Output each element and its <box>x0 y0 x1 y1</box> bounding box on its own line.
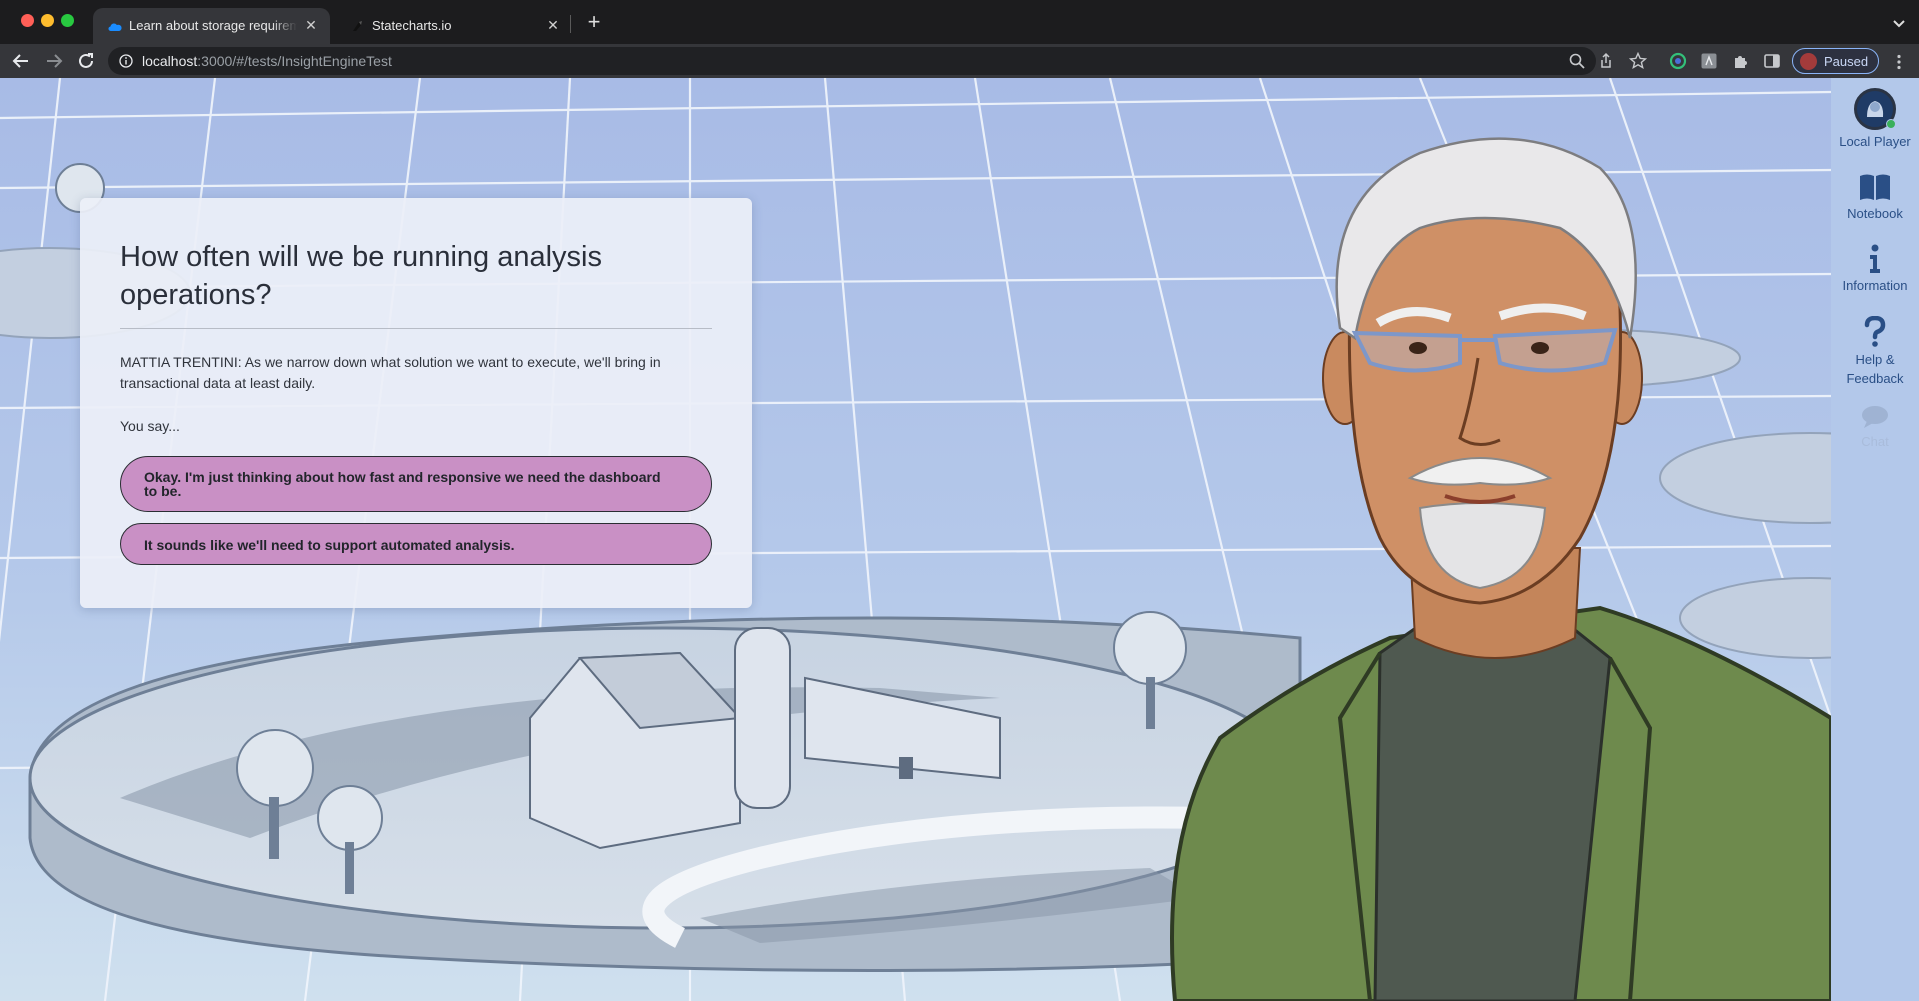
close-tab-icon[interactable]: ✕ <box>544 16 562 34</box>
extension-green-ring-icon[interactable] <box>1669 52 1687 70</box>
tab-title: Statecharts.io <box>372 18 452 33</box>
tab-learn-storage[interactable]: Learn about storage requireme ✕ <box>93 8 330 44</box>
dialog-question-title: How often will we be running analysis op… <box>120 241 602 311</box>
statecharts-logo-icon <box>353 21 362 31</box>
bookmark-star-icon[interactable] <box>1629 52 1647 70</box>
address-bar[interactable]: localhost:3000/#/tests/InsightEngineTest <box>108 47 1596 75</box>
game-side-panel: Local Player Notebook Information Help &… <box>1831 78 1919 1001</box>
tab-search-chevron-icon[interactable] <box>1890 14 1908 32</box>
you-say-prompt: You say... <box>120 418 180 434</box>
close-tab-icon[interactable]: ✕ <box>302 16 320 34</box>
local-player-button[interactable]: Local Player <box>1831 88 1919 151</box>
online-status-dot <box>1886 119 1896 129</box>
profile-avatar <box>1800 53 1817 70</box>
sidebar-item-notebook[interactable]: Notebook <box>1831 172 1919 223</box>
url-text: localhost:3000/#/tests/InsightEngineTest <box>142 53 392 69</box>
profile-paused-button[interactable]: Paused <box>1792 48 1879 74</box>
cloud-icon <box>108 23 122 31</box>
share-icon[interactable] <box>1597 52 1615 70</box>
sidebar-item-label: Information <box>1842 278 1908 293</box>
window-close-button[interactable] <box>21 14 34 27</box>
player-label: Local Player <box>1839 134 1911 149</box>
back-arrow-icon[interactable] <box>10 50 32 72</box>
profile-status-label: Paused <box>1824 54 1869 69</box>
player-avatar <box>1854 88 1896 130</box>
site-info-icon[interactable] <box>119 54 133 68</box>
dialog-divider <box>120 328 712 329</box>
sidebar-item-chat: Chat <box>1831 404 1919 451</box>
sidebar-item-label: Chat <box>1861 434 1889 449</box>
sidebar-item-help-feedback[interactable]: Help & Feedback <box>1831 316 1919 388</box>
info-icon <box>1870 244 1880 273</box>
sidebar-item-label: Help & Feedback <box>1846 352 1904 386</box>
browser-toolbar: localhost:3000/#/tests/InsightEngineTest… <box>0 44 1919 78</box>
forward-arrow-icon[interactable] <box>43 50 65 72</box>
chat-icon <box>1862 406 1888 428</box>
tab-statecharts[interactable]: Statecharts.io ✕ <box>336 8 572 44</box>
side-panel-icon[interactable] <box>1763 52 1781 70</box>
extension-tile-icon[interactable] <box>1700 52 1718 70</box>
window-zoom-button[interactable] <box>61 14 74 27</box>
window-minimize-button[interactable] <box>41 14 54 27</box>
conversation-dialog: How often will we be running analysis op… <box>80 198 752 608</box>
question-icon <box>1864 316 1886 347</box>
browser-tab-bar: Learn about storage requireme ✕ Statecha… <box>0 0 1919 44</box>
new-tab-button[interactable]: + <box>583 11 605 34</box>
npc-speech-text: MATTIA TRENTINI: As we narrow down what … <box>120 354 661 391</box>
extensions-puzzle-icon[interactable] <box>1732 52 1750 70</box>
tab-title: Learn about storage requireme <box>129 18 297 33</box>
browser-menu-icon[interactable] <box>1890 53 1908 71</box>
tab-separator <box>570 15 571 33</box>
zoom-icon[interactable] <box>1568 52 1586 70</box>
response-choice-1[interactable]: Okay. I'm just thinking about how fast a… <box>120 456 712 512</box>
sidebar-item-information[interactable]: Information <box>1831 244 1919 295</box>
reload-icon[interactable] <box>75 50 97 72</box>
page-viewport: How often will we be running analysis op… <box>0 78 1919 1001</box>
response-choice-2[interactable]: It sounds like we'll need to support aut… <box>120 523 712 565</box>
book-icon <box>1860 174 1890 200</box>
sidebar-item-label: Notebook <box>1847 206 1903 221</box>
